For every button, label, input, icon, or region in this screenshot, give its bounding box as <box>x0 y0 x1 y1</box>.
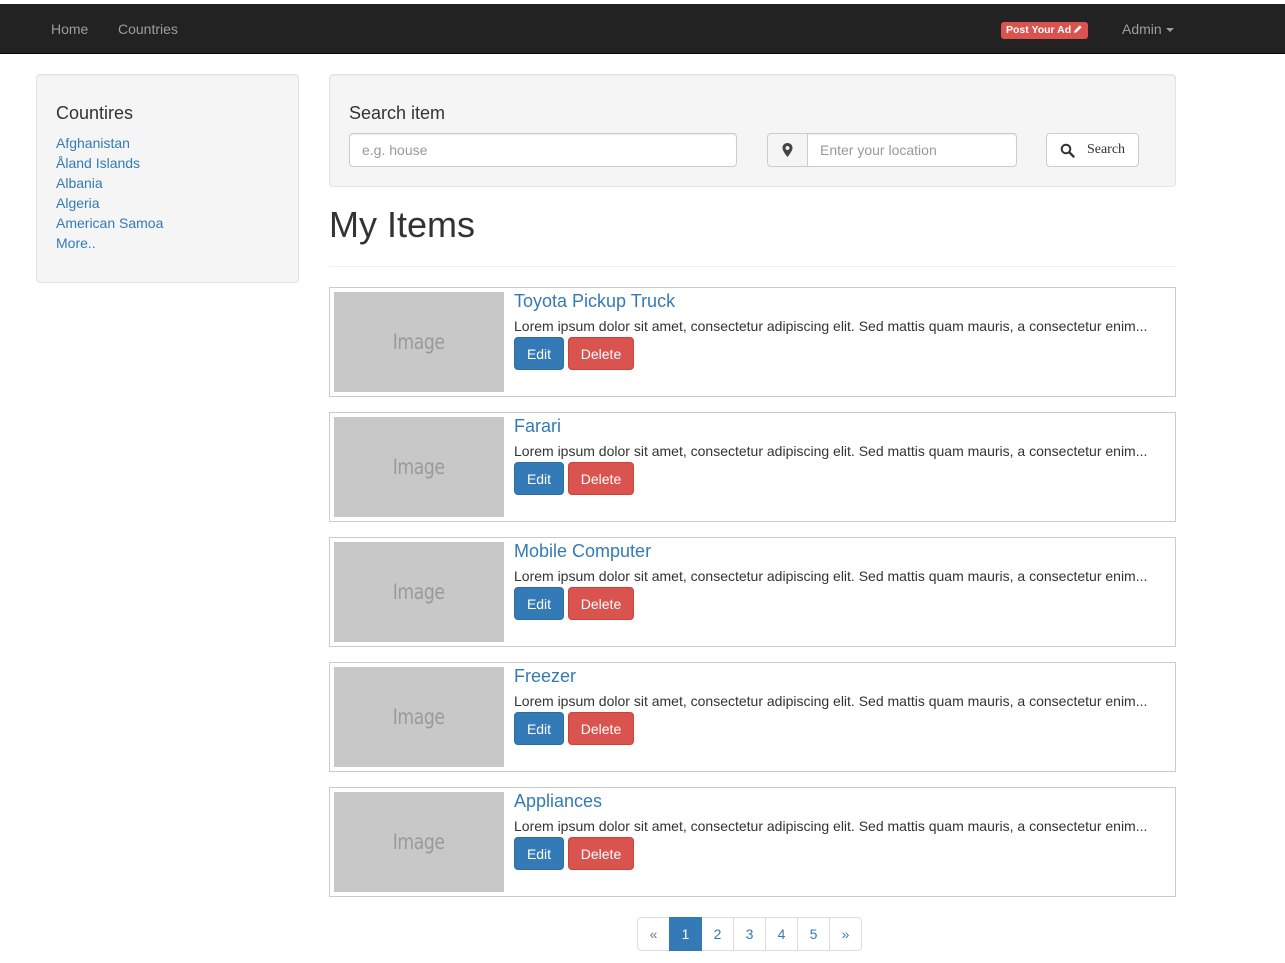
item-title-link[interactable]: Freezer <box>514 664 576 688</box>
page-4-button[interactable]: 4 <box>765 917 798 951</box>
delete-button[interactable]: Delete <box>568 712 634 745</box>
page-1-button[interactable]: 1 <box>669 917 702 951</box>
page-2-button[interactable]: 2 <box>701 917 734 951</box>
item-description: Lorem ipsum dolor sit amet, consectetur … <box>514 318 1148 334</box>
post-ad-label: Post Your Ad <box>1006 24 1072 36</box>
country-link[interactable]: American Samoa <box>56 215 163 231</box>
item-card: Image Toyota Pickup Truck Lorem ipsum do… <box>329 287 1176 397</box>
item-description: Lorem ipsum dolor sit amet, consectetur … <box>514 693 1148 709</box>
pencil-icon <box>1074 25 1082 33</box>
item-search-input[interactable] <box>349 133 737 167</box>
admin-label: Admin <box>1122 21 1162 37</box>
page-next-button[interactable]: » <box>829 917 862 951</box>
nav-countries-link[interactable]: Countries <box>118 4 178 54</box>
location-addon <box>767 133 808 167</box>
item-description: Lorem ipsum dolor sit amet, consectetur … <box>514 568 1148 584</box>
item-title-link[interactable]: Appliances <box>514 789 602 813</box>
item-title-link[interactable]: Toyota Pickup Truck <box>514 289 675 313</box>
country-link[interactable]: Albania <box>56 175 103 191</box>
delete-button[interactable]: Delete <box>568 462 634 495</box>
edit-button[interactable]: Edit <box>514 587 564 620</box>
caret-down-icon <box>1165 28 1174 33</box>
search-button-label: Search <box>1086 142 1126 157</box>
item-card: Image Farari Lorem ipsum dolor sit amet,… <box>329 412 1176 522</box>
page-5-button[interactable]: 5 <box>797 917 830 951</box>
more-countries-link[interactable]: More.. <box>56 235 96 251</box>
edit-button[interactable]: Edit <box>514 712 564 745</box>
title-divider <box>329 266 1176 267</box>
item-image-placeholder: Image <box>334 417 504 517</box>
search-title: Search item <box>349 103 446 123</box>
delete-button[interactable]: Delete <box>568 587 634 620</box>
country-link[interactable]: Algeria <box>56 195 100 211</box>
edit-button[interactable]: Edit <box>514 837 564 870</box>
admin-dropdown[interactable]: Admin <box>1122 4 1174 54</box>
item-image-placeholder: Image <box>334 667 504 767</box>
map-marker-icon <box>782 143 793 157</box>
page-3-button[interactable]: 3 <box>733 917 766 951</box>
search-icon <box>1060 143 1075 158</box>
nav-home-link[interactable]: Home <box>51 4 88 54</box>
post-ad-button[interactable]: Post Your Ad <box>1001 22 1089 39</box>
countries-sidebar: Countires Afghanistan Åland Islands Alba… <box>36 74 299 283</box>
item-title-link[interactable]: Mobile Computer <box>514 539 651 563</box>
item-card: Image Appliances Lorem ipsum dolor sit a… <box>329 787 1176 897</box>
country-link[interactable]: Afghanistan <box>56 135 130 151</box>
item-card: Image Freezer Lorem ipsum dolor sit amet… <box>329 662 1176 772</box>
page-title: My Items <box>329 204 476 245</box>
search-panel: Search item Search <box>329 74 1176 187</box>
item-description: Lorem ipsum dolor sit amet, consectetur … <box>514 443 1148 459</box>
edit-button[interactable]: Edit <box>514 337 564 370</box>
edit-button[interactable]: Edit <box>514 462 564 495</box>
search-button[interactable]: Search <box>1046 133 1139 167</box>
location-input[interactable] <box>807 133 1017 167</box>
delete-button[interactable]: Delete <box>568 337 634 370</box>
item-description: Lorem ipsum dolor sit amet, consectetur … <box>514 818 1148 834</box>
country-link[interactable]: Åland Islands <box>56 155 140 171</box>
pagination: « 1 2 3 4 5 » <box>637 917 862 951</box>
page-prev-button[interactable]: « <box>637 917 670 951</box>
item-image-placeholder: Image <box>334 542 504 642</box>
top-navbar: Home Countries Post Your Ad Admin <box>0 4 1285 54</box>
item-card: Image Mobile Computer Lorem ipsum dolor … <box>329 537 1176 647</box>
delete-button[interactable]: Delete <box>568 837 634 870</box>
countries-list: Afghanistan Åland Islands Albania Algeri… <box>56 133 163 253</box>
item-title-link[interactable]: Farari <box>514 414 561 438</box>
sidebar-title: Countires <box>56 103 134 123</box>
item-image-placeholder: Image <box>334 292 504 392</box>
item-image-placeholder: Image <box>334 792 504 892</box>
